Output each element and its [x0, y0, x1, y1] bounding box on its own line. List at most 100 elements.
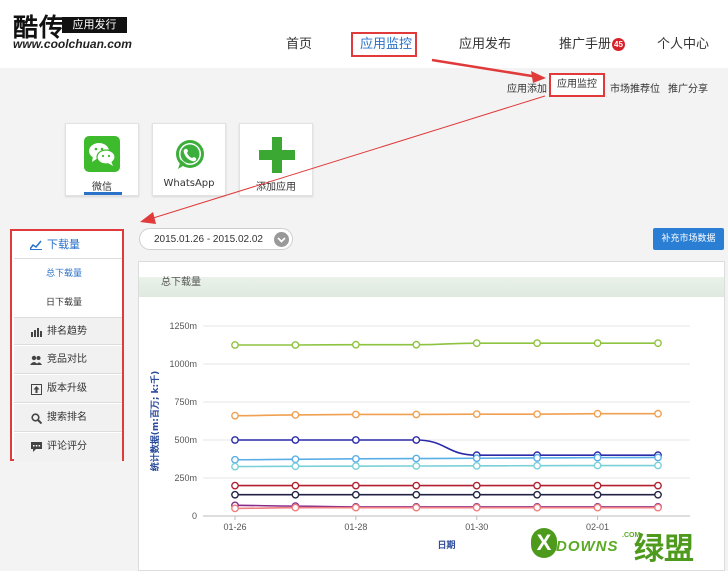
data-point: [654, 490, 662, 499]
subnav-market-recommend[interactable]: 市场推荐位: [610, 80, 660, 95]
data-point: [291, 341, 300, 349]
data-point: [231, 490, 239, 499]
data-point: [351, 481, 360, 490]
watermark-text: DOWNS: [556, 538, 619, 555]
y-tick-label: 1000m: [169, 359, 197, 369]
users-icon: [30, 346, 42, 374]
date-range-picker[interactable]: 2015.01.26 - 2015.02.02: [139, 228, 293, 250]
data-point: [412, 454, 421, 463]
subnav-app-monitor[interactable]: 应用监控: [549, 73, 605, 97]
nav-home[interactable]: 首页: [286, 32, 312, 58]
y-tick-label: 250m: [174, 473, 197, 483]
data-point: [351, 410, 360, 419]
sidebar-item-label: 竞品对比: [47, 354, 87, 365]
sidebar-sub-daily-downloads[interactable]: 日下载量: [46, 295, 82, 308]
sidebar-item-downloads[interactable]: 下载量: [14, 231, 122, 259]
data-point: [472, 481, 481, 490]
data-point: [533, 339, 542, 348]
app-tile-label: 添加应用: [256, 182, 296, 193]
chevron-down-icon[interactable]: [274, 232, 289, 247]
nav-promo-guide[interactable]: 推广手册: [559, 32, 611, 58]
data-point: [231, 462, 239, 471]
y-tick-label: 0: [192, 511, 197, 521]
sidebar-item-label: 下载量: [47, 238, 80, 251]
data-point: [533, 503, 542, 512]
bar-chart-icon: [30, 318, 42, 346]
sidebar-item-label: 搜索排名: [47, 412, 87, 423]
data-point: [533, 481, 542, 490]
sidebar-item-reviews[interactable]: 评论评分: [14, 433, 122, 461]
data-point: [351, 462, 360, 471]
y-tick-label: 750m: [174, 397, 197, 407]
data-point: [593, 453, 602, 462]
data-point: [654, 409, 662, 418]
app-tile-add[interactable]: 添加应用: [239, 123, 313, 196]
data-point: [291, 411, 300, 419]
data-point: [533, 461, 542, 470]
data-point: [351, 490, 360, 499]
data-point: [593, 490, 602, 499]
app-tile-wechat[interactable]: 微信: [65, 123, 139, 196]
sidebar-item-rank-trend[interactable]: 排名趋势: [14, 317, 122, 345]
sidebar-item-label: 排名趋势: [47, 326, 87, 337]
data-point: [593, 481, 602, 490]
data-point: [472, 410, 481, 419]
watermark: X DOWNS .COM 绿盟: [526, 520, 726, 571]
panel-header-band: [139, 277, 724, 297]
subnav-promo-share[interactable]: 推广分享: [668, 80, 708, 95]
data-point: [654, 481, 662, 490]
data-point: [533, 490, 542, 499]
data-point: [231, 436, 239, 444]
supplement-market-data-button[interactable]: 补充市场数据: [653, 228, 724, 250]
sidebar-item-version[interactable]: 版本升级: [14, 375, 122, 403]
data-point: [472, 461, 481, 470]
data-point: [291, 455, 300, 464]
data-point: [412, 410, 421, 419]
data-point: [351, 436, 360, 444]
data-point: [654, 339, 662, 348]
plus-icon: [259, 137, 295, 173]
data-point: [231, 504, 239, 513]
wechat-icon: [84, 136, 120, 172]
data-point: [533, 410, 542, 419]
data-point: [291, 490, 300, 499]
app-tile-label: WhatsApp: [163, 178, 215, 189]
data-point: [351, 454, 360, 463]
x-axis-label: 日期: [437, 539, 455, 551]
logo-tag: 应用发行: [62, 17, 127, 33]
sidebar-item-search-rank[interactable]: 搜索排名: [14, 404, 122, 432]
upgrade-icon: [30, 375, 42, 403]
search-icon: [30, 404, 42, 432]
app-tile-whatsapp[interactable]: WhatsApp: [152, 123, 226, 196]
subnav-app-add[interactable]: 应用添加: [507, 80, 547, 95]
x-tick-label: 01-30: [465, 522, 488, 532]
data-point: [593, 461, 602, 470]
panel-header: 总下载量: [139, 262, 724, 297]
sidebar: 下载量 总下载量 日下载量 排名趋势 竞品对比 版本升级 搜索排名 评论评分: [10, 229, 124, 461]
nav-app-publish[interactable]: 应用发布: [459, 32, 511, 58]
highlight-box: [351, 32, 417, 57]
data-point: [593, 339, 602, 348]
data-point: [412, 481, 421, 490]
y-axis-label: 统计数据(m:百万; k:千): [149, 371, 161, 472]
watermark-cn: 绿盟: [634, 532, 694, 567]
data-point: [291, 481, 300, 490]
sidebar-item-competitor[interactable]: 竞品对比: [14, 346, 122, 374]
data-point: [351, 340, 360, 349]
data-point: [291, 436, 300, 444]
data-point: [231, 481, 239, 490]
header: 酷传 应用发行 www.coolchuan.com 首页 应用监控 应用发布 推…: [0, 0, 728, 68]
data-point: [412, 436, 421, 444]
watermark-x: X: [531, 528, 557, 558]
data-point: [533, 454, 542, 462]
data-point: [472, 503, 481, 512]
data-point: [412, 462, 421, 470]
data-point: [231, 341, 239, 349]
panel-title: 总下载量: [161, 277, 201, 288]
data-point: [654, 453, 662, 462]
sidebar-sub-total-downloads[interactable]: 总下载量: [46, 266, 82, 279]
data-point: [291, 462, 300, 471]
comment-icon: [30, 433, 42, 461]
nav-personal-center[interactable]: 个人中心: [657, 32, 709, 58]
data-point: [231, 455, 239, 464]
